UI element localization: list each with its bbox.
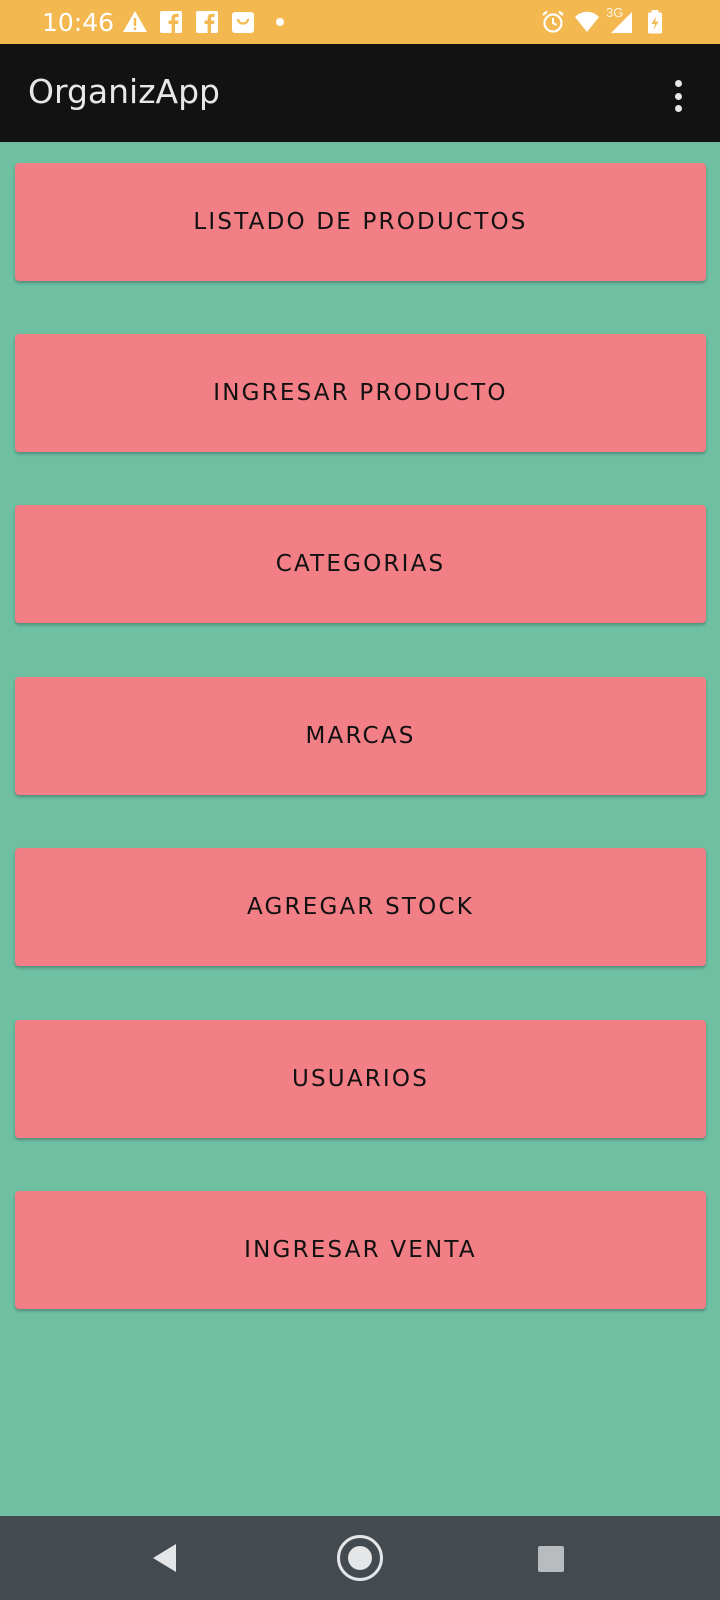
- alarm-icon: [540, 9, 566, 35]
- network-type-label: 3G: [606, 5, 624, 20]
- overflow-dot: [674, 92, 682, 100]
- notification-icons: [122, 8, 284, 36]
- ingresar-producto-button[interactable]: INGRESAR PRODUCTO: [15, 334, 706, 452]
- listado-de-productos-button[interactable]: LISTADO DE PRODUCTOS: [15, 163, 706, 281]
- back-icon[interactable]: [150, 1540, 180, 1576]
- shopping-bag-icon: [230, 9, 256, 35]
- home-icon[interactable]: [336, 1534, 384, 1582]
- wifi-icon: [574, 9, 600, 35]
- ingresar-venta-button[interactable]: INGRESAR VENTA: [15, 1191, 706, 1309]
- status-time: 10:46: [42, 8, 115, 37]
- status-bar: 10:46 3G: [0, 0, 720, 44]
- usuarios-button[interactable]: USUARIOS: [15, 1020, 706, 1138]
- signal-icon: 3G: [606, 5, 634, 35]
- categorias-button[interactable]: CATEGORIAS: [15, 505, 706, 623]
- recents-icon[interactable]: [538, 1546, 564, 1572]
- warning-icon: [122, 9, 148, 35]
- facebook-icon: [194, 9, 220, 35]
- overflow-dot: [674, 105, 682, 112]
- app-title: OrganizApp: [28, 72, 221, 111]
- system-nav-bar: [0, 1516, 720, 1600]
- overflow-dot: [674, 80, 682, 87]
- main-menu: LISTADO DE PRODUCTOS INGRESAR PRODUCTO C…: [0, 142, 720, 1516]
- facebook-icon: [158, 9, 184, 35]
- system-icons: 3G: [540, 5, 668, 36]
- app-bar: OrganizApp: [0, 44, 720, 142]
- agregar-stock-button[interactable]: AGREGAR STOCK: [15, 848, 706, 966]
- battery-charging-icon: [642, 9, 668, 35]
- more-vert-icon[interactable]: [666, 76, 690, 116]
- dot-icon: [276, 18, 284, 26]
- marcas-button[interactable]: MARCAS: [15, 677, 706, 795]
